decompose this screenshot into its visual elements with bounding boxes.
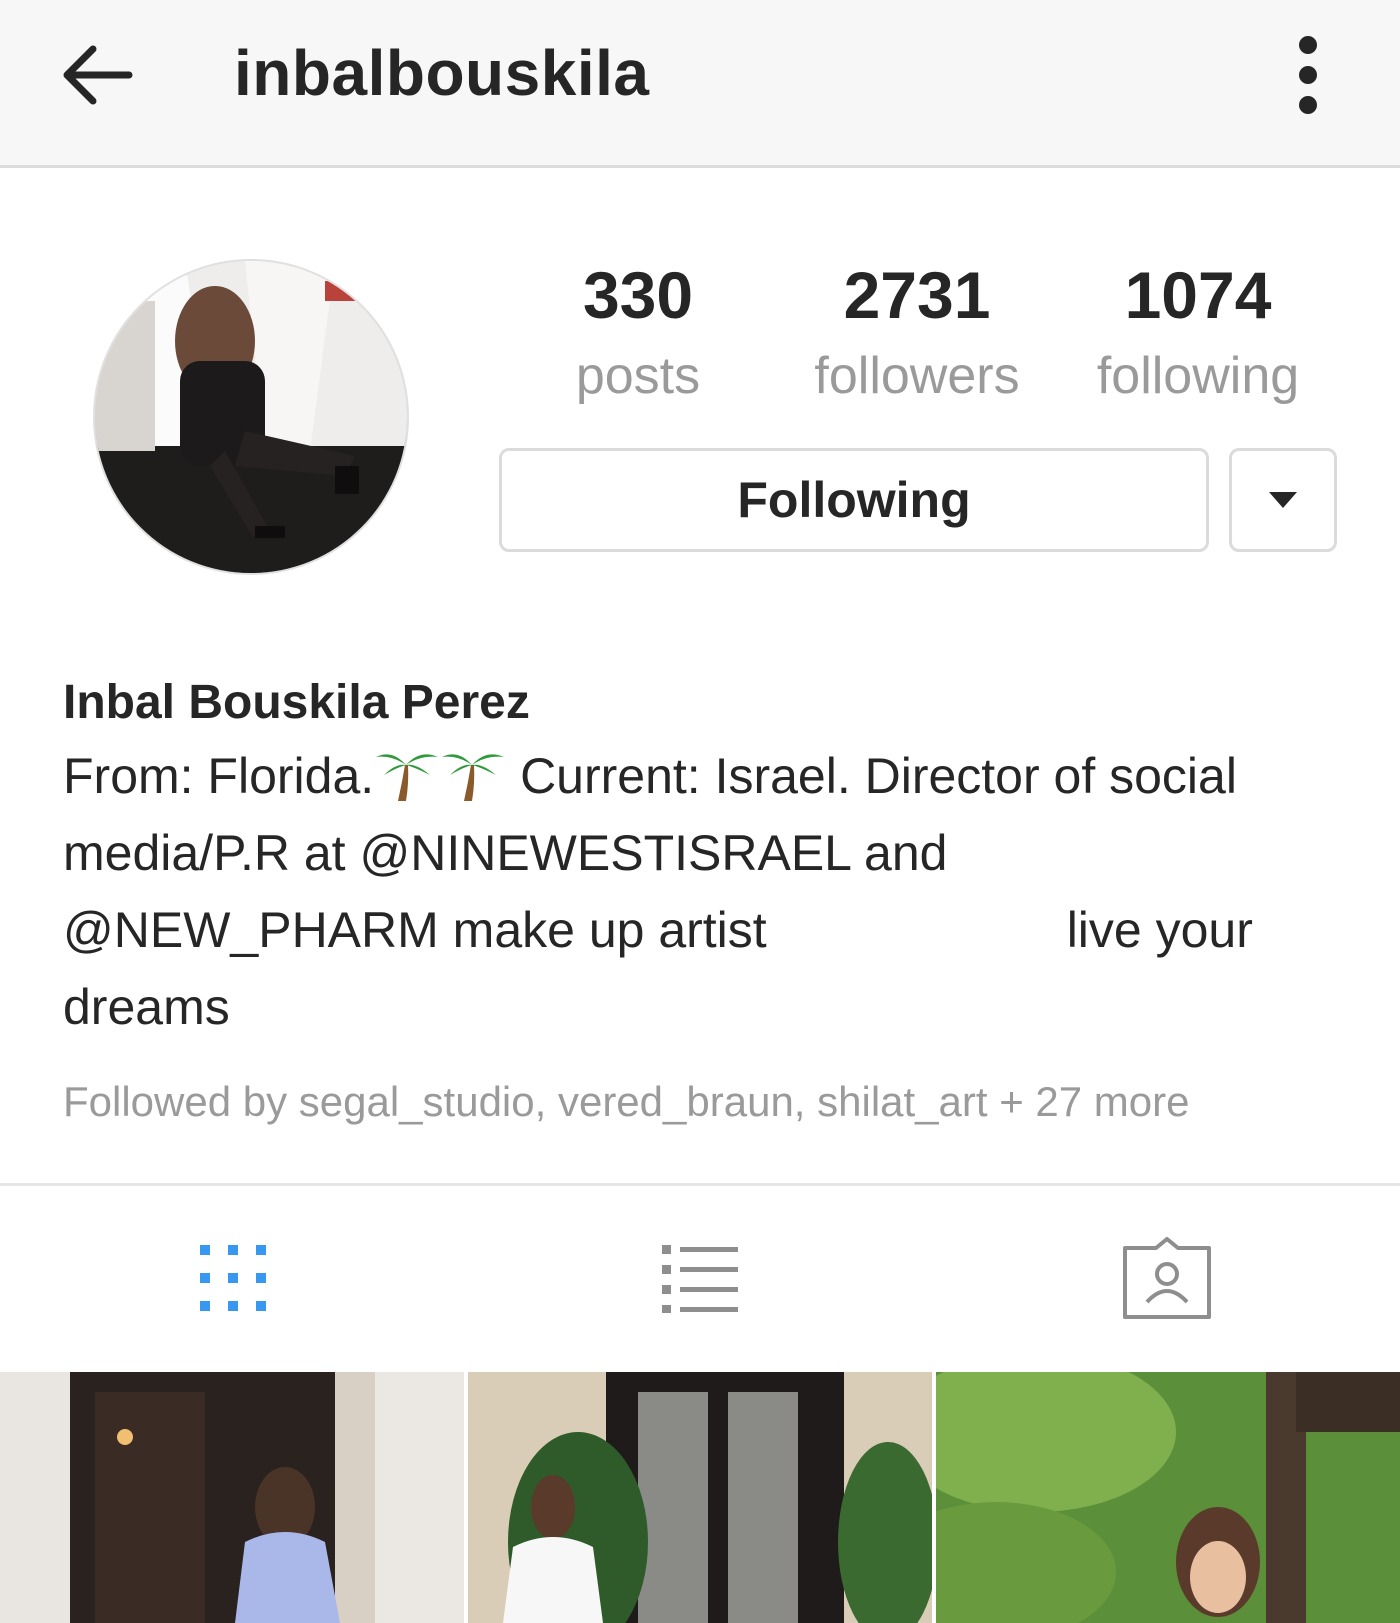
bio-line-1: From: Florida. Current: Israel. Director… bbox=[63, 738, 1353, 815]
tab-tagged[interactable] bbox=[934, 1186, 1400, 1370]
bio-text: and bbox=[850, 825, 948, 881]
bio-text: media/P.R at bbox=[63, 825, 360, 881]
profile-avatar[interactable] bbox=[93, 259, 409, 575]
palm-tree-icon bbox=[376, 754, 439, 801]
palm-tree-icon bbox=[442, 754, 505, 801]
bio-line-2: media/P.R at @NINEWESTISRAEL and bbox=[63, 815, 1353, 892]
profile-bio: Inbal Bouskila Perez From: Florida. Curr… bbox=[63, 668, 1353, 1132]
full-name: Inbal Bouskila Perez bbox=[63, 676, 530, 729]
following-button[interactable]: Following bbox=[499, 448, 1209, 552]
profile-username-title: inbalbouskila bbox=[234, 37, 650, 109]
stat-posts[interactable]: 330 posts bbox=[508, 255, 768, 411]
following-count: 1074 bbox=[1124, 258, 1272, 332]
followers-count: 2731 bbox=[843, 258, 991, 332]
following-label: following bbox=[1096, 347, 1300, 405]
tagged-photos-icon bbox=[1123, 1237, 1211, 1319]
bio-text: live your bbox=[1066, 902, 1253, 958]
grid-view-icon bbox=[200, 1245, 266, 1311]
posts-grid bbox=[0, 1372, 1400, 1623]
top-app-bar: inbalbouskila bbox=[0, 0, 1400, 168]
profile-tab-bar bbox=[0, 1186, 1400, 1370]
post-photo bbox=[936, 1372, 1400, 1623]
post-thumbnail[interactable] bbox=[0, 1372, 464, 1623]
followed-by-link[interactable]: Followed by segal_studio, vered_braun, s… bbox=[63, 1072, 1353, 1132]
tab-list[interactable] bbox=[467, 1186, 933, 1370]
post-thumbnail[interactable] bbox=[936, 1372, 1400, 1623]
caret-down-icon bbox=[1269, 492, 1297, 508]
bio-text: From: Florida. bbox=[63, 748, 375, 804]
mention-link-new-pharm[interactable]: @NEW_PHARM bbox=[63, 902, 439, 958]
bio-line-3: @NEW_PHARM make up artist live your bbox=[63, 892, 1353, 969]
avatar-photo bbox=[95, 261, 407, 573]
stat-following[interactable]: 1074 following bbox=[1068, 255, 1328, 411]
more-vertical-icon bbox=[1299, 36, 1317, 114]
back-button[interactable] bbox=[52, 35, 142, 115]
stat-followers[interactable]: 2731 followers bbox=[787, 255, 1047, 411]
mention-link-ninewestisrael[interactable]: @NINEWESTISRAEL bbox=[359, 825, 850, 881]
suggested-accounts-dropdown-button[interactable] bbox=[1229, 448, 1337, 552]
posts-count: 330 bbox=[582, 258, 694, 332]
more-options-button[interactable] bbox=[1278, 30, 1338, 120]
tab-grid[interactable] bbox=[0, 1186, 466, 1370]
post-thumbnail[interactable] bbox=[468, 1372, 932, 1623]
followers-label: followers bbox=[814, 347, 1020, 405]
arrow-left-icon bbox=[63, 45, 133, 105]
bio-line-4: dreams bbox=[63, 979, 230, 1035]
bio-text: make up artist bbox=[438, 902, 767, 958]
post-photo bbox=[0, 1372, 464, 1623]
bio-text: Current: Israel. Director of social bbox=[506, 748, 1237, 804]
list-view-icon bbox=[662, 1245, 738, 1313]
post-photo bbox=[468, 1372, 932, 1623]
posts-label: posts bbox=[575, 347, 701, 405]
